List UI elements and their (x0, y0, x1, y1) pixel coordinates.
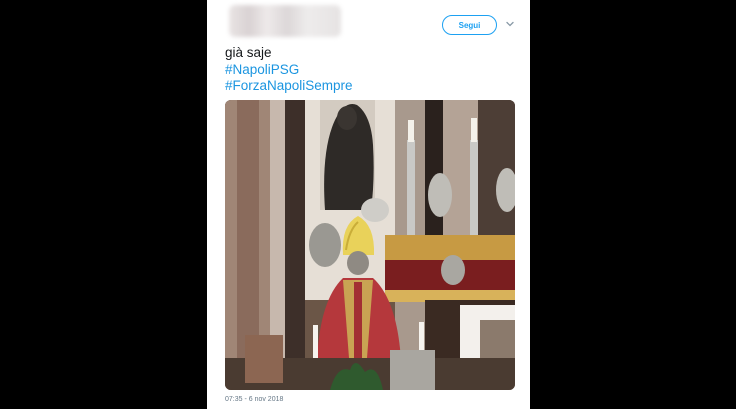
saint-statue-altar-image (225, 100, 515, 390)
tweet-body-text: già saje (225, 45, 272, 60)
tweet-header: Segui (207, 0, 530, 42)
tweet-photo[interactable] (225, 100, 515, 390)
blurred-author-avatar[interactable] (229, 5, 341, 37)
follow-button[interactable]: Segui (442, 15, 497, 35)
chevron-down-icon[interactable] (505, 19, 515, 29)
tweet-timestamp[interactable]: 07:35 - 6 nov 2018 (225, 396, 283, 403)
hashtag-link[interactable]: #NapoliPSG (225, 62, 515, 79)
hashtag-link[interactable]: #ForzaNapoliSempre (225, 78, 515, 95)
tweet-text: già saje #NapoliPSG #ForzaNapoliSempre (225, 45, 515, 95)
tweet-card: Segui già saje #NapoliPSG #ForzaNapoliSe… (207, 0, 530, 409)
